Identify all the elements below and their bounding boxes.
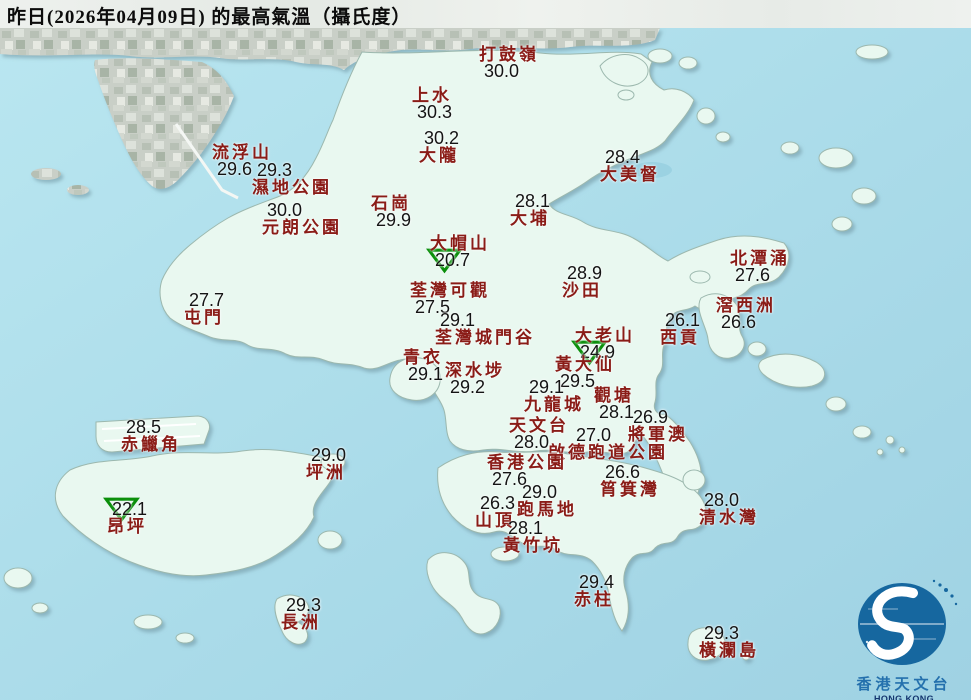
station-sha-tin: 28.9 沙田 <box>562 263 603 300</box>
station-tsuen-wan-shing-mun-valley: 29.1 荃灣城門谷 <box>435 310 535 347</box>
station-name: 大埔 <box>510 209 550 228</box>
station-name: 元朗公園 <box>262 218 342 237</box>
station-value: 29.9 <box>376 210 412 230</box>
station-name: 筲箕灣 <box>600 480 660 499</box>
station-name: 大隴 <box>419 146 459 165</box>
station-value: 28.5 <box>126 417 162 437</box>
logo-name-english: HONG KONG OBSERVATORY <box>873 694 935 700</box>
station-value: 28.1 <box>515 191 551 211</box>
station-shek-kong: 石崗 29.9 <box>371 195 411 229</box>
station-value: 26.1 <box>665 310 701 330</box>
map-title: 昨日(2026年04月09日) 的最高氣溫（攝氏度） <box>7 7 412 28</box>
station-value: 29.3 <box>704 623 740 643</box>
station-ta-kwu-ling: 打鼓嶺 30.0 <box>479 46 539 80</box>
station-ngong-ping: 22.1 昂坪 <box>103 497 147 536</box>
station-value: 29.3 <box>257 160 293 180</box>
station-kau-sai-chau: 滘西洲 26.6 <box>716 297 776 331</box>
station-value: 27.7 <box>189 290 225 310</box>
station-name: 沙田 <box>562 281 602 300</box>
station-value: 26.6 <box>721 312 757 332</box>
station-value: 28.1 <box>508 518 544 538</box>
station-shau-kei-wan: 26.6 筲箕灣 <box>600 462 660 499</box>
station-wong-chuk-hang: 28.1 黃竹坑 <box>503 518 563 555</box>
station-value: 29.1 <box>440 310 476 330</box>
station-name: 赤柱 <box>574 590 614 609</box>
station-value: 29.4 <box>579 572 615 592</box>
hko-logo-icon <box>858 579 958 665</box>
station-value: 30.0 <box>267 200 303 220</box>
station-name: 濕地公園 <box>252 178 332 197</box>
station-sheung-shui: 上水 30.3 <box>412 87 452 121</box>
station-value: 29.3 <box>286 595 322 615</box>
station-name: 屯門 <box>184 308 224 327</box>
station-tai-mo-shan: 大帽山 20.7 <box>426 235 490 274</box>
station-value: 30.0 <box>484 61 520 81</box>
station-name: 西貢 <box>660 328 700 347</box>
station-value: 28.4 <box>605 147 641 167</box>
hko-logo: 香港天文台 HONG KONG OBSERVATORY <box>838 578 970 700</box>
station-tai-lung: 30.2 大隴 <box>419 128 460 165</box>
station-happy-valley: 29.0 跑馬地 <box>517 482 577 519</box>
station-name: 九龍城 <box>524 395 584 414</box>
station-name: 赤鱲角 <box>121 435 181 454</box>
station-peng-chau: 29.0 坪洲 <box>306 445 347 482</box>
station-value: 28.0 <box>704 490 740 510</box>
station-value: 30.2 <box>424 128 460 148</box>
station-name: 黃竹坑 <box>503 536 563 555</box>
station-tai-po: 28.1 大埔 <box>510 191 551 228</box>
station-name: 長洲 <box>281 613 321 632</box>
station-name: 橫瀾島 <box>699 641 759 660</box>
station-value: 26.3 <box>480 493 516 513</box>
station-value: 28.9 <box>567 263 603 283</box>
station-name: 清水灣 <box>699 508 759 527</box>
station-value: 22.1 <box>103 497 147 523</box>
station-value: 29.1 <box>408 364 444 384</box>
station-value: 26.9 <box>633 407 669 427</box>
weather-map-page: 昨日(2026年04月09日) 的最高氣溫（攝氏度） 打鼓嶺 30.0 上水 30.3… <box>0 0 971 700</box>
station-value: 29.2 <box>450 377 486 397</box>
station-sai-kung: 26.1 西貢 <box>660 310 701 347</box>
station-value: 29.0 <box>522 482 558 502</box>
station-tsing-yi: 青衣 29.1 <box>403 349 443 383</box>
station-tuen-mun: 27.7 屯門 <box>184 290 225 327</box>
station-value: 29.1 <box>529 377 565 397</box>
station-value: 27.0 <box>576 425 612 445</box>
station-kowloon-city: 29.1 九龍城 <box>524 377 584 414</box>
station-value: 26.6 <box>605 462 641 482</box>
station-name: 坪洲 <box>306 463 346 482</box>
station-name: 大美督 <box>600 165 660 184</box>
station-value: 27.6 <box>735 265 771 285</box>
station-waglan-island: 29.3 橫瀾島 <box>699 623 759 660</box>
logo-name-chinese: 香港天文台 <box>856 677 952 693</box>
stations-layer: 打鼓嶺 30.0 上水 30.3 30.2 大隴 流浮山 29.6 29.3 濕地公園 30.0 元朗… <box>0 0 971 700</box>
station-tai-mei-tuk: 28.4 大美督 <box>600 147 660 184</box>
station-value: 20.7 <box>426 248 490 274</box>
station-stanley: 29.4 赤柱 <box>574 572 615 609</box>
station-name: 昂坪 <box>107 517 147 536</box>
station-yuen-long-park: 30.0 元朗公園 <box>262 200 342 237</box>
station-value: 29.0 <box>311 445 347 465</box>
station-name: 荃灣城門谷 <box>435 328 535 347</box>
station-clear-water-bay: 28.0 清水灣 <box>699 490 759 527</box>
station-pak-tam-chung: 北潭涌 27.6 <box>730 250 790 284</box>
station-cheung-chau: 29.3 長洲 <box>281 595 322 632</box>
station-name: 跑馬地 <box>517 500 577 519</box>
station-sham-shui-po: 深水埗 29.2 <box>445 362 505 396</box>
station-chek-lap-kok: 28.5 赤鱲角 <box>121 417 181 454</box>
station-value: 30.3 <box>417 102 453 122</box>
station-wetland-park: 29.3 濕地公園 <box>252 160 332 197</box>
title-bar: 昨日(2026年04月09日) 的最高氣溫（攝氏度） <box>0 0 971 28</box>
